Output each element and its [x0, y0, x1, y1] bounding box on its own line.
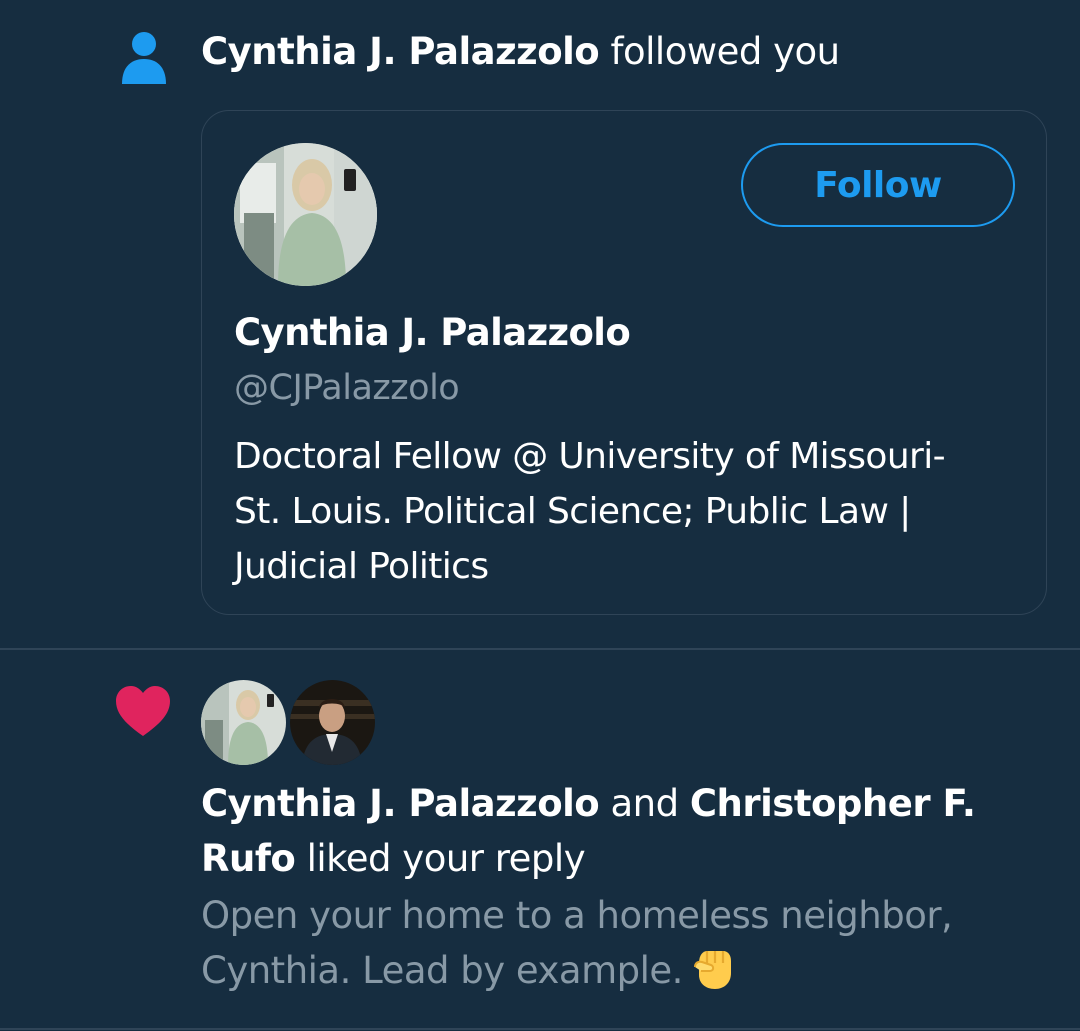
- avatar[interactable]: [201, 680, 286, 765]
- profile-bio: Doctoral Fellow @ University of Missouri…: [234, 436, 946, 587]
- notifications-page: Cynthia J. Palazzolo followed you Follow: [0, 0, 1080, 1031]
- likes-connector: and: [610, 782, 679, 825]
- likes-action-text: liked your reply: [306, 837, 586, 880]
- raised-fist-emoji-icon: [693, 951, 731, 989]
- reply-preview[interactable]: Open your home to a homeless neighbor, C…: [201, 888, 1021, 998]
- like-notification[interactable]: Cynthia J. Palazzolo and Christopher F. …: [0, 650, 1080, 1031]
- heart-icon: [116, 686, 170, 736]
- profile-handle[interactable]: @CJPalazzolo: [234, 368, 460, 408]
- follower-name[interactable]: Cynthia J. Palazzolo: [201, 30, 600, 73]
- reply-text: Open your home to a homeless neighbor, C…: [201, 894, 953, 992]
- person-icon: [122, 32, 166, 84]
- follow-action-text: followed you: [610, 30, 840, 73]
- avatar[interactable]: [234, 143, 377, 286]
- follow-notification[interactable]: Cynthia J. Palazzolo followed you Follow: [0, 0, 1080, 648]
- follow-headline: Cynthia J. Palazzolo followed you: [201, 26, 840, 78]
- avatar[interactable]: [290, 680, 375, 765]
- follow-button[interactable]: Follow: [741, 143, 1015, 227]
- profile-card[interactable]: Follow Cynthia J. Palazzolo @CJPalazzolo…: [201, 110, 1047, 615]
- likes-headline: Cynthia J. Palazzolo and Christopher F. …: [201, 776, 1021, 886]
- liker-name[interactable]: Cynthia J. Palazzolo: [201, 782, 600, 825]
- divider: [0, 1028, 1080, 1030]
- profile-name[interactable]: Cynthia J. Palazzolo: [234, 311, 631, 354]
